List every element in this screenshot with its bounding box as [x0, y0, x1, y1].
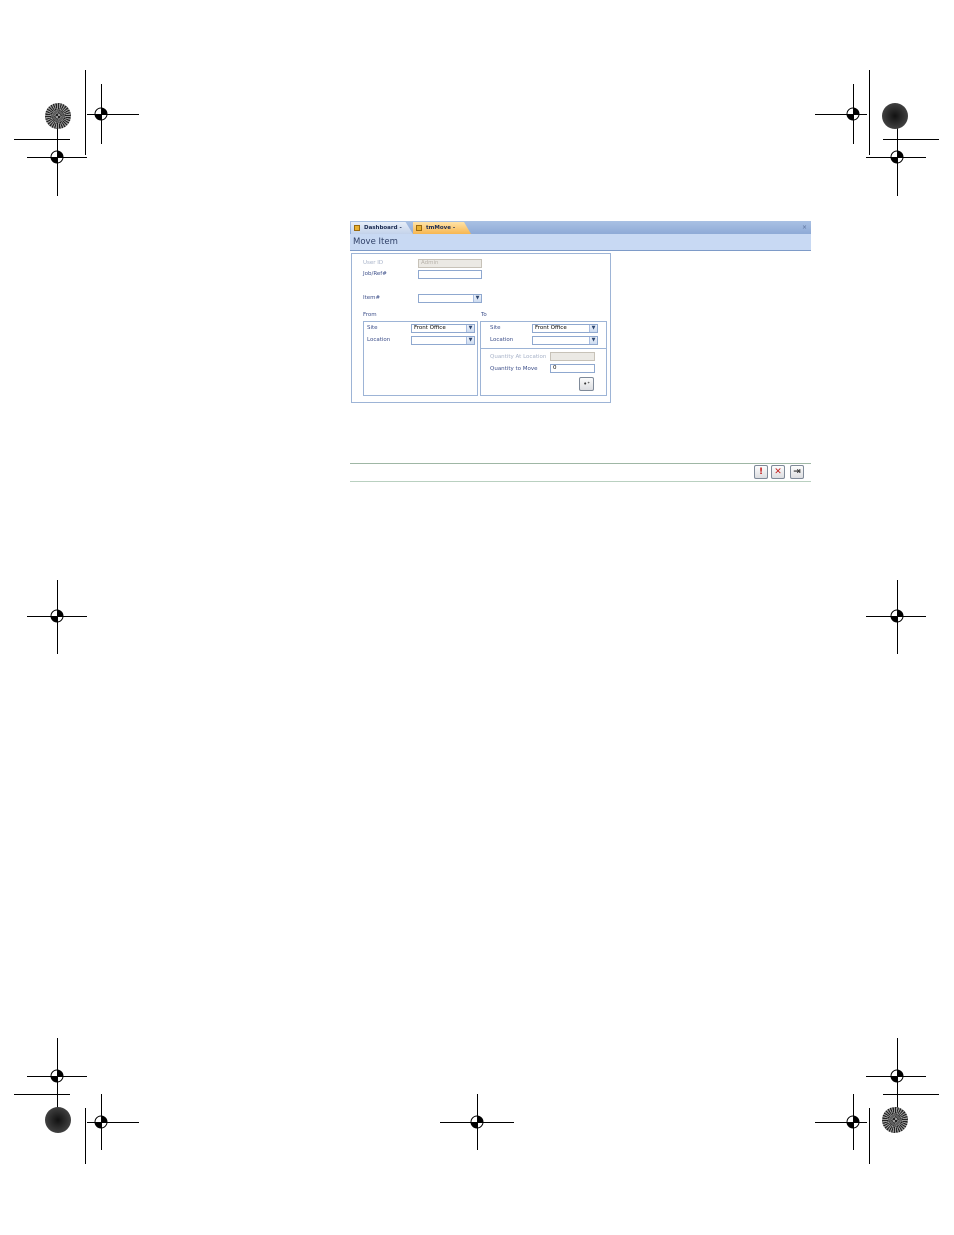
section-divider: [481, 348, 606, 349]
qty-at-location-label: Quantity At Location: [490, 354, 547, 360]
registration-target-icon: [50, 609, 64, 623]
exit-button[interactable]: ⇥: [790, 465, 804, 479]
chevron-down-icon[interactable]: ▼: [473, 295, 481, 302]
registration-target-icon: [50, 150, 64, 164]
from-heading: From: [363, 312, 377, 318]
cancel-x-icon: ✕: [774, 467, 782, 477]
registration-target-icon: [470, 1115, 484, 1129]
from-site-combo[interactable]: Front Office ▼: [411, 324, 475, 333]
registration-target-icon: [846, 107, 860, 121]
qty-to-move-label: Quantity to Move: [490, 366, 538, 372]
from-section: Site Front Office ▼ Location ▼: [363, 321, 478, 396]
form-header: Move Item: [350, 234, 811, 251]
form-icon: [354, 225, 360, 231]
qty-to-move-field[interactable]: 0: [550, 364, 595, 373]
document-tab-bar: Dashboard - DEMO tmMove - DEMO ×: [350, 221, 811, 234]
footer-divider: [350, 481, 811, 482]
from-location-label: Location: [367, 337, 391, 343]
user-id-label: User ID: [363, 260, 384, 266]
from-location-combo[interactable]: ▼: [411, 336, 475, 345]
to-location-label: Location: [490, 337, 514, 343]
form-icon: [416, 225, 422, 231]
move-icon: •ᐩ: [583, 380, 590, 388]
to-section: Site Front Office ▼ Location ▼ Quantity …: [480, 321, 607, 396]
qty-at-location-field: [550, 352, 595, 361]
registration-target-icon: [50, 1069, 64, 1083]
registration-rosette-icon: [45, 1107, 71, 1133]
chevron-down-icon[interactable]: ▼: [466, 325, 474, 332]
cancel-button[interactable]: ✕: [771, 465, 785, 479]
registration-target-icon: [890, 150, 904, 164]
tab-dashboard[interactable]: Dashboard - DEMO: [351, 222, 413, 234]
page-title: Move Item: [353, 237, 398, 247]
combo-value: Front Office: [535, 325, 567, 331]
registration-target-icon: [890, 609, 904, 623]
form-body: User ID Admin Job/Ref# Item# ▼ From Site…: [351, 253, 611, 403]
to-site-combo[interactable]: Front Office ▼: [532, 324, 598, 333]
registration-target-icon: [94, 1115, 108, 1129]
chevron-down-icon[interactable]: ▼: [589, 337, 597, 344]
footer-divider: [350, 463, 811, 464]
registration-rosette-icon: [882, 1107, 908, 1133]
registration-rosette-icon: [45, 103, 71, 129]
registration-target-icon: [94, 107, 108, 121]
to-heading: To: [481, 312, 487, 318]
chevron-down-icon[interactable]: ▼: [466, 337, 474, 344]
item-number-combo[interactable]: ▼: [418, 294, 482, 303]
job-ref-field[interactable]: [418, 270, 482, 279]
registration-rosette-icon: [882, 103, 908, 129]
exclamation-icon: !: [758, 467, 764, 477]
registration-target-icon: [846, 1115, 860, 1129]
user-id-field: Admin: [418, 259, 482, 268]
to-site-label: Site: [490, 325, 501, 331]
job-ref-label: Job/Ref#: [363, 271, 387, 277]
move-button[interactable]: •ᐩ: [579, 377, 594, 391]
registration-target-icon: [890, 1069, 904, 1083]
from-site-label: Site: [367, 325, 378, 331]
close-icon[interactable]: ×: [802, 222, 807, 233]
alert-button[interactable]: !: [754, 465, 768, 479]
combo-value: Front Office: [414, 325, 446, 331]
tab-tmmove[interactable]: tmMove - DEMO: [413, 222, 471, 234]
to-location-combo[interactable]: ▼: [532, 336, 598, 345]
exit-door-icon: ⇥: [793, 467, 801, 477]
item-number-label: Item#: [363, 295, 381, 301]
move-item-window: Dashboard - DEMO tmMove - DEMO × Move It…: [350, 221, 811, 483]
chevron-down-icon[interactable]: ▼: [589, 325, 597, 332]
